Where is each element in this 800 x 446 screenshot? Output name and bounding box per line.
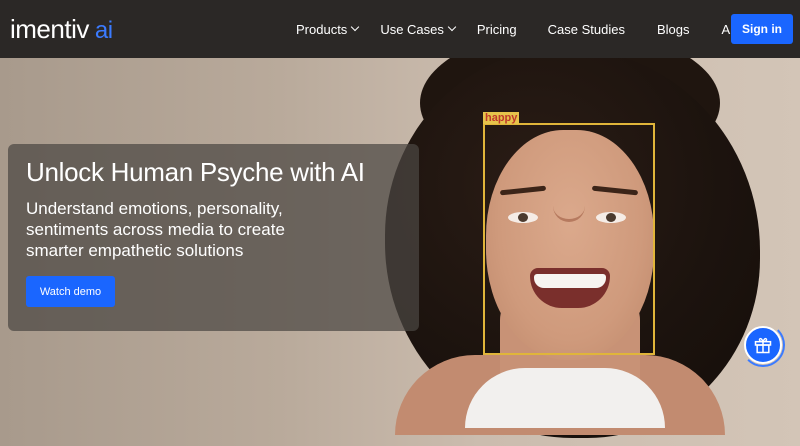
nav-item-case-studies[interactable]: Case Studies (548, 22, 625, 37)
gift-button[interactable] (744, 326, 782, 364)
nav-item-pricing[interactable]: Pricing (477, 22, 517, 37)
watch-demo-button[interactable]: Watch demo (26, 276, 115, 307)
nav-item-use-cases[interactable]: Use Cases (380, 22, 457, 37)
gift-widget (741, 323, 785, 367)
gift-icon (754, 337, 772, 354)
sign-in-button[interactable]: Sign in (731, 14, 793, 44)
main-menu: Products Use Cases Pricing Case Studies … (296, 0, 762, 58)
face-detection-box (483, 123, 655, 355)
nav-item-blogs[interactable]: Blogs (657, 22, 690, 37)
hero-title: Unlock Human Psyche with AI (26, 157, 365, 187)
emotion-label: happy (483, 112, 520, 124)
nav-item-products[interactable]: Products (296, 22, 360, 37)
chevron-down-icon (351, 22, 360, 32)
brand-suffix: ai (94, 17, 113, 44)
chevron-down-icon (447, 22, 457, 32)
brand-name: imentiv (10, 14, 89, 44)
brand-logo[interactable]: imentiv ai (10, 14, 113, 45)
top-navbar: imentiv ai Products Use Cases Pricing Cas… (0, 0, 800, 58)
hero-subtitle: Understand emotions, personality, sentim… (26, 199, 285, 260)
